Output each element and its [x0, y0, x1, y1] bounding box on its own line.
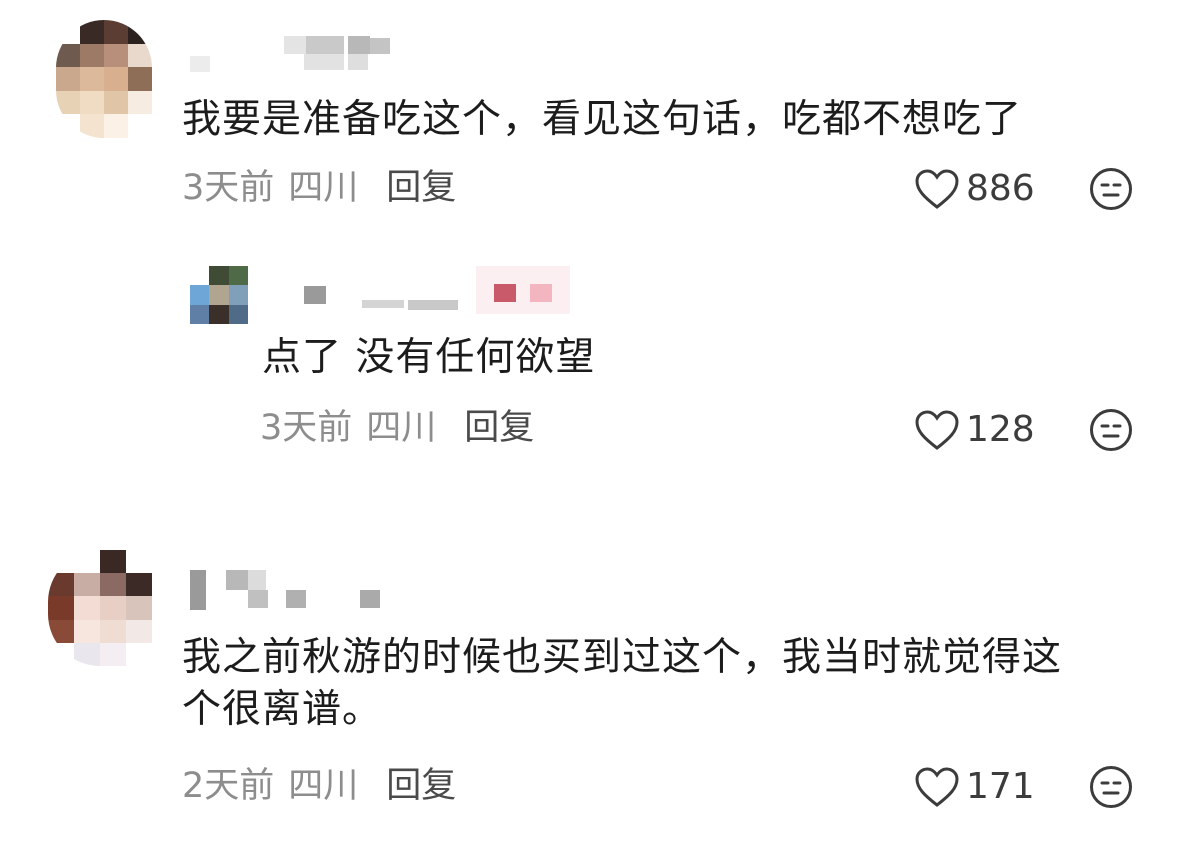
- reply-button[interactable]: 回复: [386, 766, 456, 806]
- reply-button[interactable]: 回复: [464, 408, 534, 448]
- comment-text-line: 我之前秋游的时候也买到过这个，我当时就觉得这: [182, 635, 1063, 680]
- username-blurred[interactable]: [186, 36, 406, 76]
- comment-location: 四川: [366, 408, 437, 448]
- comment-time: 2天前: [182, 766, 275, 806]
- unimpressed-face-icon: [1090, 168, 1132, 210]
- comment-time: 3天前: [260, 408, 353, 448]
- comment-time: 3天前: [182, 168, 275, 208]
- like-count: 128: [966, 409, 1035, 450]
- heart-outline-icon: [915, 410, 959, 450]
- comment-text: 我之前秋游的时候也买到过这个，我当时就觉得这 个很离谱。: [182, 632, 1182, 736]
- comment-location: 四川: [288, 168, 359, 208]
- like-button[interactable]: 886: [914, 168, 1035, 210]
- comment-text: 点了 没有任何欲望: [262, 335, 596, 380]
- comment-meta: 2天前 四川 回复: [182, 766, 456, 806]
- unimpressed-face-icon: [1090, 766, 1132, 808]
- username-blurred[interactable]: [188, 566, 388, 612]
- reply-button[interactable]: 回复: [386, 168, 456, 208]
- avatar[interactable]: [56, 20, 152, 138]
- comment-meta: 3天前 四川 回复: [182, 168, 456, 208]
- dislike-button[interactable]: [1089, 765, 1133, 809]
- like-button[interactable]: 128: [914, 409, 1035, 451]
- comment-text-line: 个很离谱。: [182, 687, 383, 732]
- username-blurred[interactable]: [300, 266, 580, 326]
- comment-meta: 3天前 四川 回复: [260, 408, 534, 448]
- like-count: 171: [966, 766, 1035, 807]
- heart-outline-icon: [915, 169, 959, 209]
- comment-location: 四川: [288, 766, 359, 806]
- dislike-button[interactable]: [1089, 167, 1133, 211]
- dislike-button[interactable]: [1089, 408, 1133, 452]
- like-button[interactable]: 171: [914, 766, 1035, 808]
- avatar[interactable]: [48, 550, 152, 666]
- heart-outline-icon: [915, 767, 959, 807]
- comment-text: 我要是准备吃这个，看见这句话，吃都不想吃了: [182, 97, 1023, 142]
- unimpressed-face-icon: [1090, 409, 1132, 451]
- like-count: 886: [966, 168, 1035, 209]
- avatar[interactable]: [190, 266, 248, 324]
